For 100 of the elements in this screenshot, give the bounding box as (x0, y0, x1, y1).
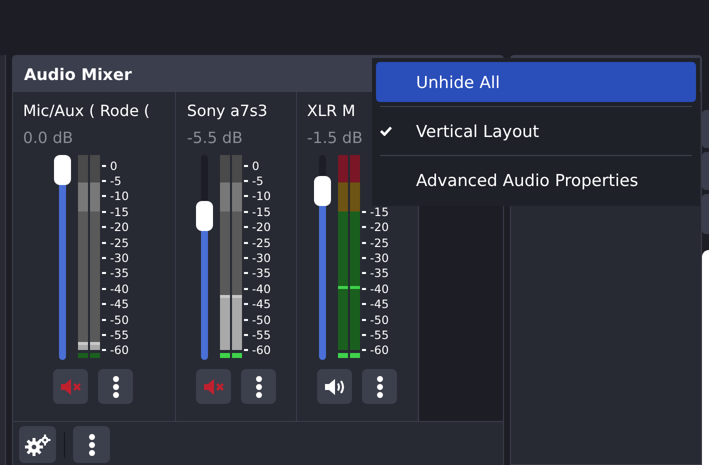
volume-reading: 0.0 dB (23, 129, 74, 147)
volume-slider[interactable] (312, 155, 332, 360)
volume-slider[interactable] (52, 155, 72, 360)
menu-item[interactable]: Vertical Layout (376, 111, 696, 151)
scale-tick (244, 288, 248, 290)
scale-label: -40 (370, 282, 389, 295)
scale-label: -45 (110, 298, 129, 310)
scale-tick (102, 242, 106, 244)
scale-tick (362, 256, 366, 259)
scale-tick (102, 318, 106, 321)
scale-tick (244, 272, 248, 274)
scale-label: -20 (110, 221, 129, 234)
scale-tick (102, 195, 106, 198)
scale-label: -55 (252, 328, 271, 341)
scale-tick (102, 272, 106, 274)
scale-label: -55 (110, 328, 129, 341)
scale-label: -35 (110, 267, 129, 280)
scale-tick (244, 195, 248, 198)
scale-label: -10 (252, 190, 271, 202)
more-icon (88, 432, 96, 456)
scale-tick (244, 242, 248, 244)
more-icon (376, 374, 384, 398)
volume-slider[interactable] (194, 155, 214, 360)
scale-tick (102, 180, 106, 182)
scale-tick (244, 303, 248, 306)
channel-name: Mic/Aux ( Rode ( (23, 102, 150, 120)
more-icon (112, 374, 120, 398)
scale-tick (362, 242, 366, 244)
scale-tick (102, 303, 106, 306)
scale-label: -45 (252, 298, 271, 310)
scale-label: -15 (110, 206, 129, 218)
check-icon (380, 126, 392, 136)
scale-tick (102, 334, 106, 336)
scale-label: 0 (110, 160, 118, 172)
scale-label: -50 (110, 314, 129, 326)
scale-tick (102, 226, 106, 228)
scale-tick (102, 210, 106, 213)
more-button[interactable] (98, 369, 133, 404)
scale-label: -10 (110, 190, 129, 202)
scale-label: -20 (370, 221, 389, 234)
scale-tick (102, 256, 106, 259)
scale-label: -30 (252, 252, 271, 264)
scale-tick (362, 318, 366, 321)
scale-tick (102, 164, 106, 167)
scale-label: -15 (252, 206, 271, 218)
scale-label: -35 (370, 267, 389, 280)
more-icon (254, 374, 262, 398)
scale-label: -15 (370, 206, 389, 218)
scale-label: -60 (110, 344, 129, 356)
gears-icon (24, 434, 52, 456)
scale-tick (362, 349, 366, 352)
scale-tick (244, 226, 248, 228)
scale-label: -45 (370, 298, 389, 310)
scale-label: -20 (252, 221, 271, 234)
muted-speaker-icon (60, 376, 82, 396)
scale-label: -25 (252, 236, 271, 249)
scale-label: -30 (370, 252, 389, 264)
speaker-button[interactable] (317, 369, 352, 404)
menu-item[interactable]: Advanced Audio Properties (376, 160, 696, 200)
more-button[interactable] (362, 369, 397, 404)
scale-label: -40 (110, 282, 129, 295)
scale-tick (244, 349, 248, 352)
channel-name: Sony a7s3 (187, 102, 268, 120)
scale-label: -5 (110, 175, 122, 187)
volume-reading: -5.5 dB (187, 129, 243, 147)
scale-label: -50 (252, 314, 271, 326)
scale-tick (244, 210, 248, 213)
scale-tick (362, 272, 366, 274)
settings-button[interactable] (19, 426, 56, 463)
scale-label: -25 (370, 236, 389, 249)
scale-tick (244, 164, 248, 167)
scale-label: -5 (252, 175, 264, 187)
scale-tick (362, 303, 366, 306)
scale-tick (362, 226, 366, 228)
scale-label: -40 (252, 282, 271, 295)
panel-title: Audio Mixer (24, 64, 132, 84)
scale-label: -30 (110, 252, 129, 264)
scale-label: -55 (370, 328, 389, 341)
more-button[interactable] (241, 369, 276, 404)
scale-label: -25 (110, 236, 129, 249)
scale-tick (102, 288, 106, 290)
scale-tick (362, 210, 366, 213)
scale-label: -35 (252, 267, 271, 280)
muted-speaker-icon (202, 376, 224, 396)
scale-tick (244, 318, 248, 321)
scale-label: -60 (252, 344, 271, 356)
scale-label: -60 (370, 344, 389, 356)
channel-name: XLR M (307, 102, 356, 120)
scale-tick (362, 288, 366, 290)
menu-item[interactable]: Unhide All (376, 62, 696, 102)
more-button[interactable] (73, 426, 110, 463)
scale-label: 0 (252, 160, 260, 172)
scale-tick (244, 256, 248, 259)
scale-tick (244, 180, 248, 182)
speaker-icon (324, 376, 346, 396)
volume-reading: -1.5 dB (307, 129, 363, 147)
scale-label: -50 (370, 314, 389, 326)
scale-tick (362, 334, 366, 336)
scale-tick (244, 334, 248, 336)
scale-tick (102, 349, 106, 352)
